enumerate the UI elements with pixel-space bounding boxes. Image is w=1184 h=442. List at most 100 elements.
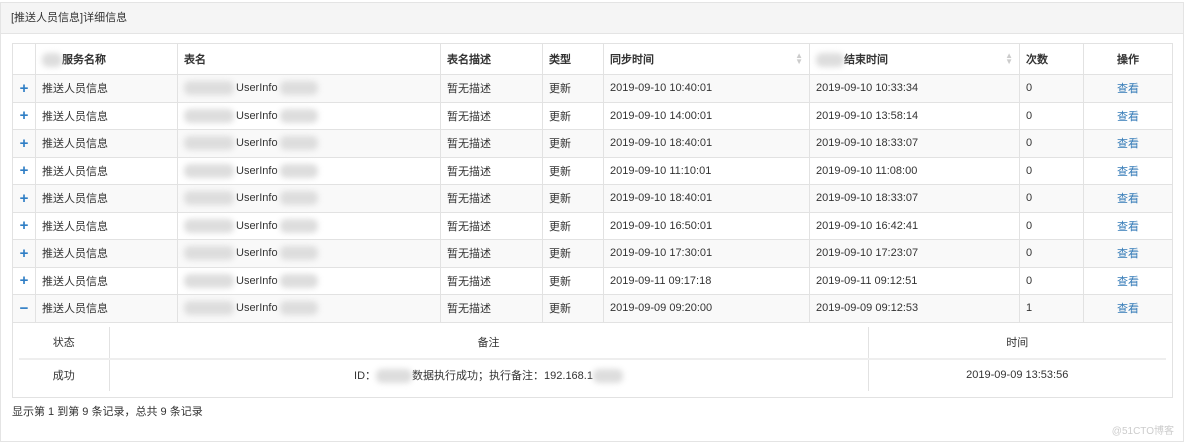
header-action: 操作 <box>1083 43 1173 75</box>
end-time: 2019-09-09 09:12:53 <box>809 294 1020 323</box>
detail-cell: 状态 备注 时间 成功 ID： 数据执行成功；执行备注：192.168.1 201… <box>12 321 1173 398</box>
type: 更新 <box>542 266 604 295</box>
table-name: UserInfo <box>177 266 441 295</box>
view-link[interactable]: 查看 <box>1083 266 1173 295</box>
table-desc: 暂无描述 <box>440 184 543 213</box>
watermark: @51CTO博客 <box>1111 426 1174 437</box>
sync-time: 2019-09-10 18:40:01 <box>603 129 810 158</box>
expand-icon[interactable]: + <box>12 239 36 268</box>
table-name: UserInfo <box>177 184 441 213</box>
service-name: 推送人员信息 <box>35 294 178 323</box>
table-desc: 暂无描述 <box>440 239 543 268</box>
end-time: 2019-09-11 09:12:51 <box>809 266 1020 295</box>
table-row: + 推送人员信息 UserInfo 暂无描述 更新 2019-09-10 11:… <box>12 156 1173 185</box>
table-header: 服务名称 表名 表名描述 类型 同步时间 ▲ ▼ 结束时间 ▲ ▼ 次数 操作 <box>12 43 1173 75</box>
collapse-icon[interactable]: − <box>12 294 36 323</box>
count: 0 <box>1019 129 1084 158</box>
sort-icon[interactable]: ▲ ▼ <box>1005 52 1013 66</box>
count: 0 <box>1019 101 1084 130</box>
table-name: UserInfo <box>177 129 441 158</box>
sort-icon[interactable]: ▲ ▼ <box>795 52 803 66</box>
table-name: UserInfo <box>177 74 441 103</box>
header-desc: 表名描述 <box>440 43 543 75</box>
end-time: 2019-09-10 13:58:14 <box>809 101 1020 130</box>
detail-header-time: 时间 <box>867 326 1166 360</box>
table-row: + 推送人员信息 UserInfo 暂无描述 更新 2019-09-10 10:… <box>12 74 1173 103</box>
view-link[interactable]: 查看 <box>1083 184 1173 213</box>
detail-remark: ID： 数据执行成功；执行备注：192.168.1 <box>108 358 868 391</box>
table-row: + 推送人员信息 UserInfo 暂无描述 更新 2019-09-10 17:… <box>12 239 1173 268</box>
count: 0 <box>1019 184 1084 213</box>
type: 更新 <box>542 184 604 213</box>
header-sync-time[interactable]: 同步时间 ▲ ▼ <box>603 43 810 75</box>
table-name: UserInfo <box>177 239 441 268</box>
end-time: 2019-09-10 18:33:07 <box>809 184 1020 213</box>
expand-icon[interactable]: + <box>12 74 36 103</box>
expand-icon[interactable]: + <box>12 184 36 213</box>
expand-icon[interactable]: + <box>12 129 36 158</box>
detail-time: 2019-09-09 13:53:56 <box>867 358 1166 391</box>
sync-time: 2019-09-09 09:20:00 <box>603 294 810 323</box>
type: 更新 <box>542 294 604 323</box>
view-link[interactable]: 查看 <box>1083 211 1173 240</box>
view-link[interactable]: 查看 <box>1083 294 1173 323</box>
header-count: 次数 <box>1019 43 1084 75</box>
service-name: 推送人员信息 <box>35 211 178 240</box>
count: 0 <box>1019 266 1084 295</box>
sync-time: 2019-09-10 11:10:01 <box>603 156 810 185</box>
expand-header <box>12 43 36 75</box>
sync-records-table: 服务名称 表名 表名描述 类型 同步时间 ▲ ▼ 结束时间 ▲ ▼ 次数 操作 + 推送… <box>12 43 1173 398</box>
header-type: 类型 <box>542 43 604 75</box>
service-name: 推送人员信息 <box>35 239 178 268</box>
table-row: + 推送人员信息 UserInfo 暂无描述 更新 2019-09-10 18:… <box>12 129 1173 158</box>
header-table-name: 表名 <box>177 43 441 75</box>
end-time: 2019-09-10 18:33:07 <box>809 129 1020 158</box>
count: 0 <box>1019 239 1084 268</box>
view-link[interactable]: 查看 <box>1083 239 1173 268</box>
sync-time: 2019-09-10 17:30:01 <box>603 239 810 268</box>
table-row: + 推送人员信息 UserInfo 暂无描述 更新 2019-09-11 09:… <box>12 266 1173 295</box>
service-name: 推送人员信息 <box>35 129 178 158</box>
end-time: 2019-09-10 16:42:41 <box>809 211 1020 240</box>
table-desc: 暂无描述 <box>440 101 543 130</box>
view-link[interactable]: 查看 <box>1083 156 1173 185</box>
detail-status: 成功 <box>19 358 109 391</box>
expand-icon[interactable]: + <box>12 266 36 295</box>
type: 更新 <box>542 101 604 130</box>
detail-header: 状态 备注 时间 <box>19 326 1166 360</box>
type: 更新 <box>542 74 604 103</box>
sync-time: 2019-09-10 10:40:01 <box>603 74 810 103</box>
count: 0 <box>1019 211 1084 240</box>
service-name: 推送人员信息 <box>35 184 178 213</box>
end-time: 2019-09-10 11:08:00 <box>809 156 1020 185</box>
table-name: UserInfo <box>177 294 441 323</box>
table-desc: 暂无描述 <box>440 156 543 185</box>
panel-title: [推送人员信息]详细信息 <box>1 3 1183 34</box>
view-link[interactable]: 查看 <box>1083 129 1173 158</box>
sync-time: 2019-09-10 14:00:01 <box>603 101 810 130</box>
service-name: 推送人员信息 <box>35 156 178 185</box>
detail-data-row: 成功 ID： 数据执行成功；执行备注：192.168.1 2019-09-09 1… <box>19 358 1166 391</box>
type: 更新 <box>542 239 604 268</box>
table-row: + 推送人员信息 UserInfo 暂无描述 更新 2019-09-10 14:… <box>12 101 1173 130</box>
service-name: 推送人员信息 <box>35 101 178 130</box>
sync-time: 2019-09-10 18:40:01 <box>603 184 810 213</box>
table-desc: 暂无描述 <box>440 211 543 240</box>
table-desc: 暂无描述 <box>440 294 543 323</box>
expand-icon[interactable]: + <box>12 211 36 240</box>
view-link[interactable]: 查看 <box>1083 74 1173 103</box>
count: 0 <box>1019 74 1084 103</box>
end-time: 2019-09-10 17:23:07 <box>809 239 1020 268</box>
expand-icon[interactable]: + <box>12 101 36 130</box>
table-name: UserInfo <box>177 101 441 130</box>
table-desc: 暂无描述 <box>440 129 543 158</box>
table-row: + 推送人员信息 UserInfo 暂无描述 更新 2019-09-10 18:… <box>12 184 1173 213</box>
service-name: 推送人员信息 <box>35 266 178 295</box>
expand-icon[interactable]: + <box>12 156 36 185</box>
header-end-time[interactable]: 结束时间 ▲ ▼ <box>809 43 1020 75</box>
sync-time: 2019-09-11 09:17:18 <box>603 266 810 295</box>
table-row: + 推送人员信息 UserInfo 暂无描述 更新 2019-09-10 16:… <box>12 211 1173 240</box>
view-link[interactable]: 查看 <box>1083 101 1173 130</box>
detail-row: 状态 备注 时间 成功 ID： 数据执行成功；执行备注：192.168.1 201… <box>12 321 1173 398</box>
type: 更新 <box>542 156 604 185</box>
